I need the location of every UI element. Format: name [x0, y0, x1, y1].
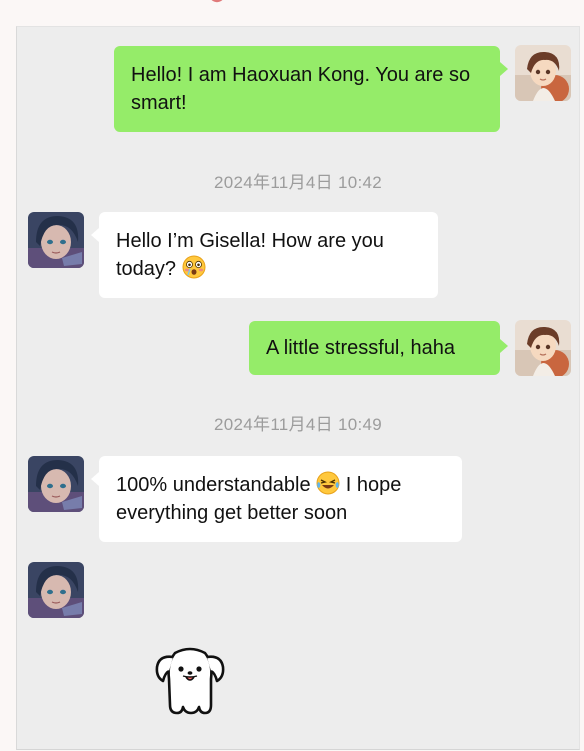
- my-message-bubble[interactable]: Hello! I am Haoxuan Kong. You are so sma…: [114, 46, 500, 132]
- contact-avatar[interactable]: [28, 562, 84, 618]
- message-text: Hello! I am Haoxuan Kong. You are so sma…: [131, 64, 471, 114]
- contact-avatar[interactable]: [28, 456, 84, 512]
- bubble-tail: [91, 472, 99, 486]
- bubble-tail: [500, 339, 508, 353]
- partial-emoji-icon: [211, 0, 223, 3]
- white-puppy-sticker[interactable]: [153, 639, 227, 721]
- bubble-tail: [91, 228, 99, 242]
- contact-message-bubble[interactable]: Hello I’m Gisella! How are you today?: [99, 212, 438, 298]
- top-strip: [0, 0, 584, 26]
- my-avatar[interactable]: [515, 45, 571, 101]
- contact-avatar[interactable]: [28, 212, 84, 268]
- timestamp: 2024年11月4日 10:42: [214, 173, 382, 192]
- flushed-face-emoji: [182, 255, 206, 279]
- message-text: 100% understandable: [116, 474, 311, 496]
- message-text: Hello I’m Gisella! How are you today?: [116, 230, 384, 280]
- message-text: A little stressful, haha: [266, 337, 455, 359]
- contact-message-bubble[interactable]: 100% understandable I hope everything ge…: [99, 456, 462, 542]
- timestamp: 2024年11月4日 10:49: [214, 415, 382, 434]
- laughing-crying-emoji: [316, 471, 340, 495]
- my-avatar[interactable]: [515, 320, 571, 376]
- bubble-tail: [500, 62, 508, 76]
- my-message-bubble[interactable]: A little stressful, haha: [249, 321, 500, 375]
- chat-area[interactable]: Hello! I am Haoxuan Kong. You are so sma…: [16, 26, 580, 750]
